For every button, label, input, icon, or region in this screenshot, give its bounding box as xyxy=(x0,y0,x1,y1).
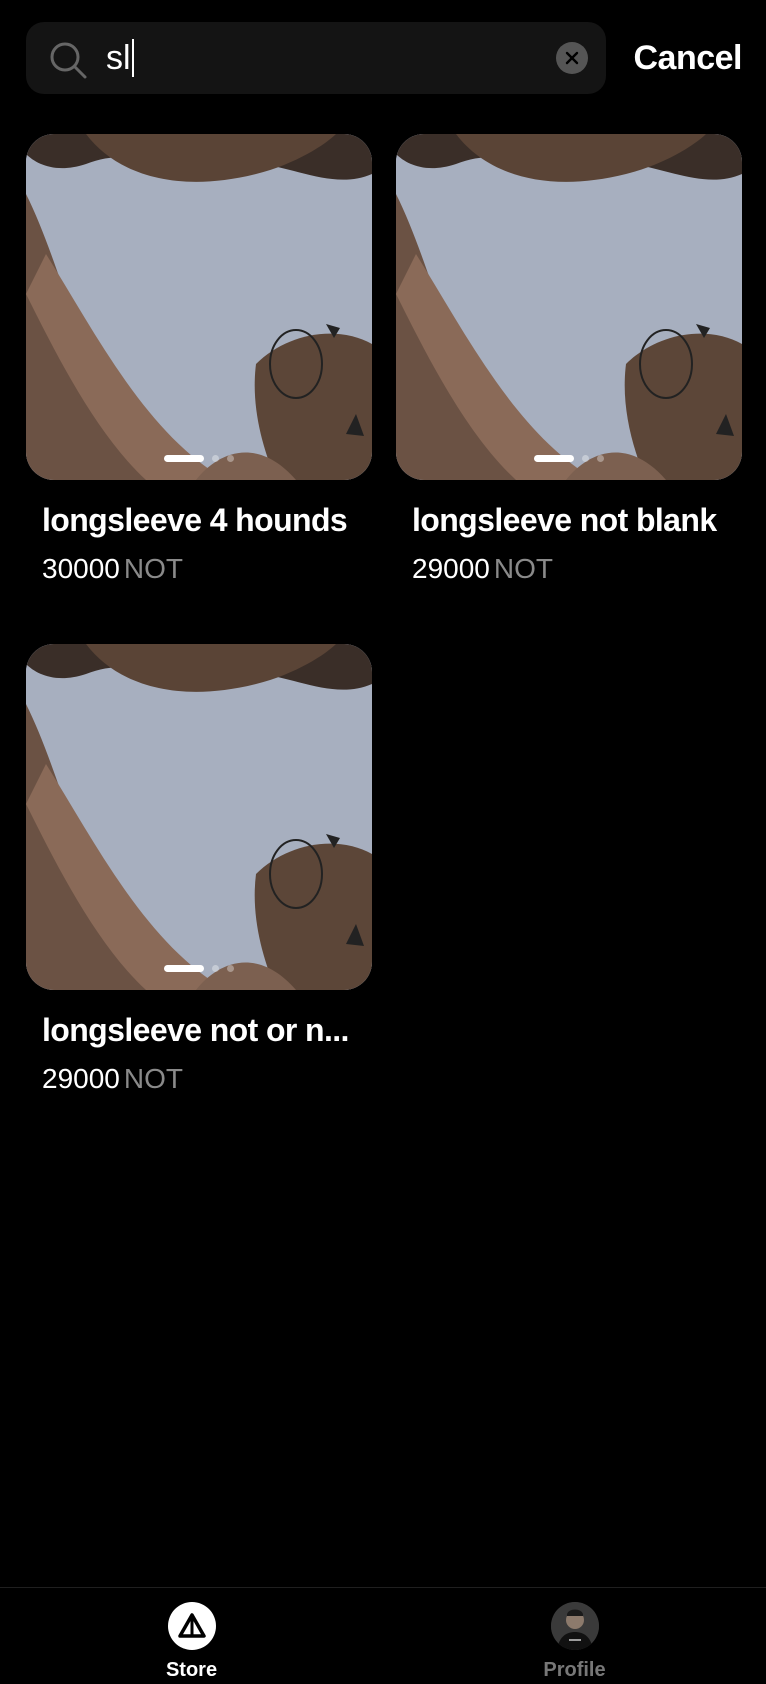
pager-dot xyxy=(212,455,219,462)
clear-icon xyxy=(565,51,579,65)
search-query-text: sl xyxy=(106,22,134,94)
clear-search-button[interactable] xyxy=(556,42,588,74)
pager-dot-active xyxy=(534,455,574,462)
product-price: 30000 NOT xyxy=(42,553,183,584)
text-caret xyxy=(131,39,134,78)
bottom-tab-bar: Store Profile xyxy=(0,1587,766,1684)
product-card[interactable]: longsleeve 4 hounds 30000 NOT xyxy=(26,134,372,644)
tab-store[interactable]: Store xyxy=(0,1588,383,1684)
image-pager xyxy=(26,455,372,462)
tab-profile-label: Profile xyxy=(543,1659,606,1681)
pager-dot xyxy=(212,965,219,972)
store-icon xyxy=(167,1602,216,1650)
product-title: longsleeve 4 hounds xyxy=(42,502,348,538)
product-image[interactable] xyxy=(26,134,372,480)
product-grid: longsleeve 4 hounds 30000 NOT longsleeve… xyxy=(26,134,742,1154)
product-title: longsleeve not or n... xyxy=(42,1012,349,1048)
tab-profile[interactable]: Profile xyxy=(383,1588,766,1684)
pager-dot-active xyxy=(164,965,204,972)
cancel-button[interactable]: Cancel xyxy=(634,22,743,94)
pager-dot-active xyxy=(164,455,204,462)
image-pager xyxy=(26,965,372,972)
pager-dot xyxy=(597,455,604,462)
image-pager xyxy=(396,455,742,462)
profile-avatar xyxy=(550,1602,599,1650)
search-input[interactable]: sl xyxy=(26,22,606,94)
pager-dot xyxy=(582,455,589,462)
product-image[interactable] xyxy=(26,644,372,990)
product-price: 29000 NOT xyxy=(412,553,553,584)
search-icon xyxy=(50,42,87,79)
search-header: sl Cancel xyxy=(26,22,742,94)
pager-dot xyxy=(227,455,234,462)
product-card[interactable]: longsleeve not or n... 29000 NOT xyxy=(26,644,372,1154)
product-price: 29000 NOT xyxy=(42,1063,183,1094)
tab-store-label: Store xyxy=(165,1659,218,1681)
product-card[interactable]: longsleeve not blank 29000 NOT xyxy=(396,134,742,644)
product-title: longsleeve not blank xyxy=(412,502,717,538)
pager-dot xyxy=(227,965,234,972)
product-image[interactable] xyxy=(396,134,742,480)
